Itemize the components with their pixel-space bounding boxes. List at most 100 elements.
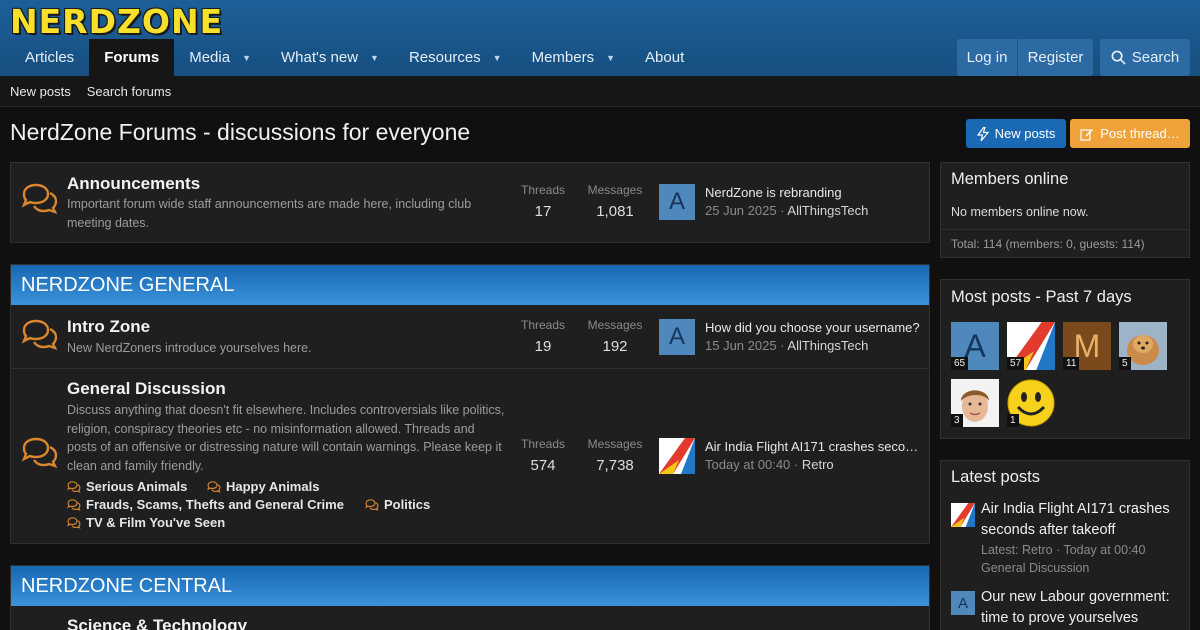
post-count-badge: 1 (1007, 414, 1019, 427)
forum-description: Important forum wide staff announcements… (67, 197, 472, 230)
chevron-down-icon[interactable]: ▼ (370, 53, 379, 63)
subforum-link[interactable]: Happy Animals (207, 479, 319, 494)
threads-label: Threads (520, 318, 566, 332)
forum-node-science-technology[interactable]: Science & Technology (11, 606, 929, 630)
latest-thread-meta: 15 Jun 2025 · AllThingsTech (705, 338, 869, 353)
nav-tab-articles[interactable]: Articles (10, 39, 89, 76)
site-header: NERDZONE Articles Forums Media ▼ What's n… (0, 0, 1200, 76)
forum-node-announcements[interactable]: Announcements Important forum wide staff… (11, 163, 929, 242)
category-central: NERDZONE CENTRAL Science & Technology (10, 565, 930, 630)
latest-thread-title[interactable]: How did you choose your username? (705, 320, 921, 335)
chevron-down-icon[interactable]: ▼ (606, 53, 615, 63)
avatar[interactable]: M 11 (1063, 322, 1111, 370)
latest-thread-title[interactable]: Air India Flight AI171 crashes secon… (705, 439, 921, 454)
latest-post-meta[interactable]: Latest: Retro · Today at 00:40 (981, 541, 1145, 559)
forum-title[interactable]: Announcements (67, 174, 200, 194)
post-thread-button[interactable]: Post thread… (1070, 119, 1190, 148)
nav-tab-label: About (645, 49, 685, 66)
subforum-link[interactable]: Politics (365, 497, 430, 512)
messages-label: Messages (587, 183, 643, 197)
subforum-label: Frauds, Scams, Thefts and General Crime (86, 497, 344, 512)
latest-post-title[interactable]: Air India Flight AI171 crashes seconds a… (981, 499, 1186, 541)
messages-stat: Messages 192 (583, 318, 647, 355)
category-heading[interactable]: NERDZONE CENTRAL (11, 566, 929, 606)
flag-logo-avatar[interactable] (659, 438, 695, 474)
threads-count: 17 (534, 203, 552, 220)
post-count-badge: 3 (951, 414, 963, 427)
register-button[interactable]: Register (1018, 39, 1093, 76)
post-count-badge: 5 (1119, 357, 1131, 370)
latest-date[interactable]: Today at 00:40 (705, 457, 790, 472)
nav-tab-whats-new[interactable]: What's new ▼ (266, 39, 394, 76)
post-count-badge: 57 (1007, 357, 1025, 370)
subforum-link[interactable]: Frauds, Scams, Thefts and General Crime (67, 497, 344, 512)
speech-bubbles-icon (365, 498, 379, 511)
speech-bubbles-icon (67, 480, 81, 493)
speech-bubbles-icon (67, 516, 81, 529)
post-thread-button-label: Post thread… (1100, 126, 1180, 141)
forum-title[interactable]: Intro Zone (67, 317, 150, 337)
members-online-total: Total: 114 (members: 0, guests: 114) (941, 229, 1189, 257)
site-logo[interactable]: NERDZONE (10, 2, 223, 41)
search-forums-link[interactable]: Search forums (87, 84, 172, 99)
chevron-down-icon[interactable]: ▼ (493, 53, 502, 63)
forum-node-intro-zone[interactable]: Intro Zone New NerdZoners introduce your… (11, 305, 929, 368)
forum-title[interactable]: General Discussion (67, 379, 226, 399)
forum-title[interactable]: Science & Technology (67, 616, 247, 630)
post-count-badge: 65 (951, 357, 969, 370)
latest-date[interactable]: 15 Jun 2025 (705, 338, 777, 353)
search-label: Search (1131, 49, 1180, 66)
avatar[interactable]: A (659, 319, 695, 355)
messages-label: Messages (587, 437, 643, 451)
nav-tab-resources[interactable]: Resources ▼ (394, 39, 517, 76)
avatar[interactable]: 3 (951, 379, 999, 427)
threads-stat: Threads 17 (515, 183, 571, 220)
chevron-down-icon[interactable]: ▼ (242, 53, 251, 63)
widget-title[interactable]: Members online (951, 170, 1068, 189)
category-general: NERDZONE GENERAL Intro Zone New NerdZone… (10, 264, 930, 544)
latest-user[interactable]: AllThingsTech (787, 338, 868, 353)
latest-thread-meta: Today at 00:40 · Retro (705, 457, 834, 472)
nav-tab-label: Members (531, 49, 595, 66)
login-button[interactable]: Log in (957, 39, 1017, 76)
new-posts-button-label: New posts (994, 126, 1056, 141)
sub-nav: New posts Search forums (0, 76, 1200, 107)
avatar[interactable]: A (951, 591, 975, 615)
nav-tab-label: Media (189, 49, 231, 66)
avatar[interactable]: A 65 (951, 322, 999, 370)
nav-tab-members[interactable]: Members ▼ (517, 39, 630, 76)
forum-node-general-discussion[interactable]: General Discussion Discuss anything that… (11, 368, 929, 543)
search-icon (1111, 50, 1126, 65)
widget-title[interactable]: Latest posts (951, 468, 1040, 487)
latest-post-title[interactable]: Our new Labour government: time to prove… (981, 587, 1186, 629)
new-posts-link[interactable]: New posts (10, 84, 71, 99)
avatar[interactable] (951, 503, 975, 527)
subforum-label: Happy Animals (226, 479, 320, 494)
latest-thread-meta: 25 Jun 2025 · AllThingsTech (705, 203, 869, 218)
page-title: NerdZone Forums - discussions for everyo… (10, 119, 471, 145)
search-button[interactable]: Search (1100, 39, 1190, 76)
nav-tab-label: Forums (104, 49, 160, 66)
avatar[interactable]: A (659, 184, 695, 220)
nav-tab-about[interactable]: About (630, 39, 699, 76)
latest-user[interactable]: AllThingsTech (787, 203, 868, 218)
subforum-link[interactable]: Serious Animals (67, 479, 187, 494)
subforum-label: Serious Animals (86, 479, 188, 494)
threads-count: 574 (530, 457, 556, 474)
threads-count: 19 (534, 338, 552, 355)
latest-thread-title[interactable]: NerdZone is rebranding (705, 185, 921, 200)
avatar[interactable]: 1 (1007, 379, 1055, 427)
forum-description: Discuss anything that doesn't fit elsewh… (67, 403, 505, 473)
latest-date[interactable]: 25 Jun 2025 (705, 203, 777, 218)
post-count-badge: 11 (1063, 357, 1080, 370)
category-heading[interactable]: NERDZONE GENERAL (11, 265, 929, 305)
new-posts-button[interactable]: New posts (966, 119, 1066, 148)
nav-tab-media[interactable]: Media ▼ (174, 39, 266, 76)
avatar[interactable]: 57 (1007, 322, 1055, 370)
latest-user[interactable]: Retro (802, 457, 834, 472)
avatar[interactable]: 5 (1119, 322, 1167, 370)
latest-post-forum[interactable]: General Discussion (981, 559, 1089, 577)
subforum-link[interactable]: TV & Film You've Seen (67, 515, 225, 530)
latest-posts-widget: Latest posts Air India Flight AI171 cras… (940, 460, 1190, 630)
nav-tab-forums[interactable]: Forums (89, 39, 175, 76)
